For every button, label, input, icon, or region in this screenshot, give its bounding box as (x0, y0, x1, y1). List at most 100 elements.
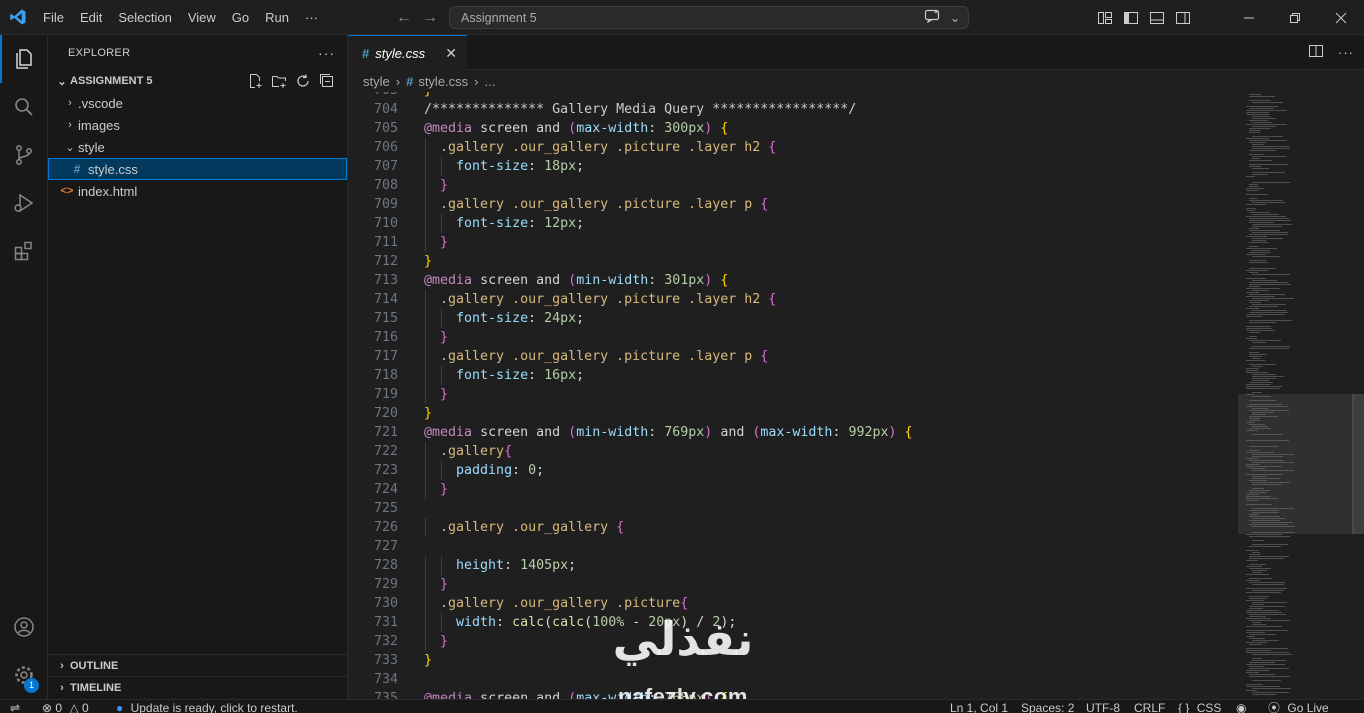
code-text: } (440, 330, 449, 345)
navigation-arrows: ← → (396, 0, 438, 35)
tree-item-index-html[interactable]: <> index.html (48, 180, 347, 202)
menu-edit[interactable]: Edit (72, 0, 110, 35)
minimap-slider[interactable] (1238, 394, 1354, 534)
encoding[interactable]: UTF-8 (1086, 701, 1120, 713)
run-and-debug-icon[interactable] (0, 179, 48, 227)
code-text: .gallery .our_gallery { (440, 520, 625, 535)
search-icon[interactable] (0, 83, 48, 131)
minimap[interactable] (1238, 92, 1364, 699)
tree-item-vscode[interactable]: › .vscode (48, 92, 347, 114)
tab-style-css[interactable]: # style.css ✕ (348, 35, 467, 70)
copilot-status-icon[interactable]: ◉ (1236, 701, 1246, 713)
line-number: 726 (373, 520, 398, 535)
copilot-icon[interactable] (924, 9, 940, 26)
forward-arrow-icon[interactable]: → (422, 9, 438, 27)
outline-section[interactable]: › OUTLINE (48, 654, 348, 676)
title-bar: File Edit Selection View Go Run ··· ← → … (0, 0, 1364, 35)
code-text: height: 1405px; (456, 558, 577, 573)
breadcrumb-folder[interactable]: style (363, 74, 390, 89)
split-editor-icon[interactable] (1308, 43, 1324, 62)
line-number: 703 (348, 92, 398, 100)
more-actions-icon[interactable]: ··· (1338, 45, 1354, 60)
chevron-right-icon: › (395, 73, 401, 89)
code-text: font-size: 24px; (456, 311, 585, 326)
indentation[interactable]: Spaces: 2 (1021, 701, 1074, 713)
code-text: .gallery .our_gallery .picture .layer h2… (440, 292, 777, 307)
toggle-primary-sidebar-icon[interactable] (1118, 0, 1144, 35)
tree-item-style-folder[interactable]: ⌄ style (48, 136, 347, 158)
warning-icon: △ (69, 701, 79, 713)
line-number: 725 (373, 501, 398, 516)
workspace-folder[interactable]: ⌄ ASSIGNMENT 5 (48, 70, 347, 92)
code-editor[interactable]: 703} 704 /************** Gallery Media Que… (348, 92, 1238, 699)
go-live-button[interactable]: ⦿ Go Live (1268, 701, 1329, 713)
line-number: 706 (373, 140, 398, 155)
back-arrow-icon[interactable]: ← (396, 9, 412, 27)
explorer-more-icon[interactable]: ··· (318, 45, 335, 61)
menu-go[interactable]: Go (224, 0, 257, 35)
new-folder-icon[interactable] (271, 73, 287, 92)
refresh-icon[interactable] (295, 73, 311, 92)
menu-view[interactable]: View (180, 0, 224, 35)
code-text: .gallery .our_gallery .picture .layer p … (440, 349, 769, 364)
explorer-title: EXPLORER (68, 46, 131, 59)
collapse-all-icon[interactable] (319, 73, 335, 92)
timeline-label: TIMELINE (70, 681, 122, 694)
vertical-scrollbar[interactable] (1352, 92, 1364, 699)
breadcrumb-file[interactable]: style.css (418, 74, 468, 89)
update-notice[interactable]: ● Update is ready, click to restart. (116, 701, 298, 713)
tree-item-label: .vscode (78, 95, 123, 111)
code-text: .gallery .our_gallery .picture{ (440, 596, 689, 611)
restore-icon[interactable] (1272, 0, 1318, 35)
tree-item-style-css[interactable]: # style.css (48, 158, 347, 180)
code-text: @media screen and (min-width: 301px) { (424, 273, 729, 288)
css-file-icon: # (406, 73, 414, 89)
menu-file[interactable]: File (35, 0, 72, 35)
update-dot-icon: ● (116, 701, 124, 713)
new-file-icon[interactable] (247, 73, 263, 92)
menu-run[interactable]: Run (257, 0, 297, 35)
code-text: } (440, 235, 449, 250)
breadcrumb-symbol[interactable]: ... (485, 74, 496, 89)
code-text: } (440, 634, 449, 649)
command-center[interactable]: Assignment 5 ⌄ (449, 6, 969, 29)
timeline-section[interactable]: › TIMELINE (48, 676, 348, 698)
remote-icon[interactable]: ⇌ (10, 701, 20, 713)
cursor-position[interactable]: Ln 1, Col 1 (950, 701, 1008, 713)
toggle-secondary-sidebar-icon[interactable] (1170, 0, 1196, 35)
source-control-icon[interactable] (0, 131, 48, 179)
line-number: 717 (373, 349, 398, 364)
line-number: 733 (373, 653, 398, 668)
tree-item-label: style (78, 139, 105, 155)
scrollbar-thumb[interactable] (1352, 394, 1364, 534)
toggle-panel-icon[interactable] (1144, 0, 1170, 35)
chevron-right-icon: › (68, 97, 72, 109)
explorer-icon[interactable] (0, 35, 48, 83)
close-window-icon[interactable] (1318, 0, 1364, 35)
tree-item-label: index.html (78, 183, 138, 199)
code-text: } (440, 577, 449, 592)
customize-layout-icon[interactable] (1092, 0, 1118, 35)
menu-more[interactable]: ··· (297, 0, 326, 35)
line-number: 714 (373, 292, 398, 307)
menu-selection[interactable]: Selection (110, 0, 179, 35)
line-number: 707 (373, 159, 398, 174)
go-live-label: Go Live (1287, 701, 1329, 713)
problems-indicator[interactable]: ⊗ 0 △ 0 (42, 701, 89, 713)
language-mode[interactable]: { } CSS (1178, 701, 1221, 713)
tree-item-images[interactable]: › images (48, 114, 347, 136)
close-tab-icon[interactable]: ✕ (445, 45, 457, 62)
line-number: 731 (373, 615, 398, 630)
line-number: 710 (373, 216, 398, 231)
code-text: /************** Gallery Media Query ****… (424, 102, 857, 117)
chevron-right-icon: › (474, 73, 479, 89)
line-number: 705 (373, 121, 398, 136)
chevron-down-icon[interactable]: ⌄ (950, 11, 960, 25)
accounts-icon[interactable] (0, 603, 48, 651)
code-text: } (440, 482, 449, 497)
extensions-icon[interactable] (0, 227, 48, 275)
minimize-icon[interactable] (1226, 0, 1272, 35)
manage-gear-icon[interactable]: 1 (0, 651, 48, 699)
end-of-line[interactable]: CRLF (1134, 701, 1165, 713)
html-file-icon: <> (60, 185, 74, 197)
